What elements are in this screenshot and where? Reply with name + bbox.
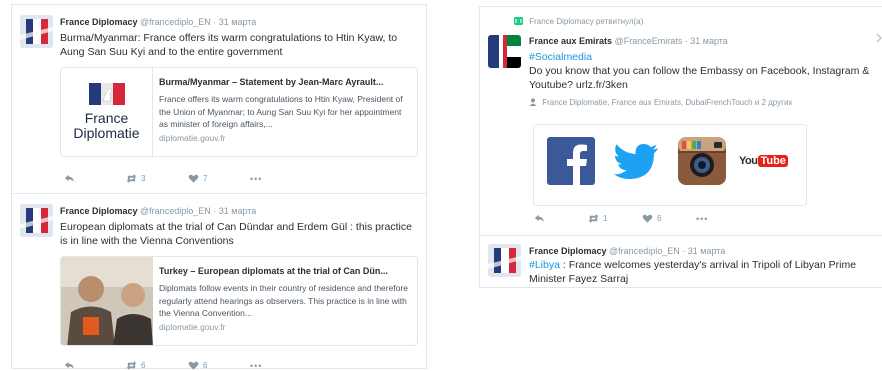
like-button[interactable]: 6 (188, 360, 250, 371)
author-handle[interactable]: @francediplo_EN (609, 246, 680, 256)
author-name[interactable]: France aux Emirats (529, 36, 612, 46)
retweet-count: 6 (141, 361, 146, 370)
card-thumbnail (61, 257, 153, 345)
like-count: 6 (203, 361, 208, 370)
instagram-icon (678, 137, 726, 185)
reply-button[interactable] (64, 173, 126, 184)
marianne-logo-icon (88, 83, 125, 105)
more-dots-icon: ••• (250, 360, 263, 371)
reply-icon (534, 214, 545, 223)
youtube-icon: You Tube (739, 147, 791, 175)
tweet-date[interactable]: 31 марта (690, 36, 728, 46)
retweet-button[interactable]: 3 (126, 173, 188, 184)
tweet-actions: 6 6 ••• (64, 360, 312, 371)
france-uae-flag-avatar-icon (488, 35, 521, 68)
tweet-header: France Diplomacy @francediplo_EN · 31 ма… (60, 17, 257, 27)
heart-icon (642, 214, 653, 223)
logo-text-france: France (84, 110, 129, 126)
hashtag-link[interactable]: #Libya (529, 259, 560, 271)
tweet-header: France aux Emirats @FranceEmirats · 31 м… (529, 36, 728, 46)
facebook-icon (547, 137, 595, 185)
tagged-users-text: France Diplomatie, France aux Emirats, D… (542, 98, 793, 107)
france-flag-avatar-icon (20, 204, 53, 237)
youtube-logo-you: You (739, 155, 758, 167)
reply-icon (64, 174, 75, 183)
retweet-context-text[interactable]: France Diplomacy ретвитнул(а) (529, 17, 643, 26)
tweet-date[interactable]: 31 марта (219, 17, 257, 27)
card-description: France offers its warm congratulations t… (159, 94, 403, 129)
tweet[interactable]: France Diplomacy ретвитнул(а) France aux… (480, 7, 882, 235)
retweet-button[interactable]: 6 (126, 360, 188, 371)
author-name[interactable]: France Diplomacy (529, 246, 607, 256)
more-button[interactable]: ••• (696, 214, 750, 224)
link-card[interactable]: Turkey – European diplomats at the trial… (60, 256, 418, 346)
tweet-actions: 1 6 ••• (534, 213, 750, 224)
author-name[interactable]: France Diplomacy (60, 206, 138, 216)
more-button[interactable]: ••• (250, 174, 312, 184)
card-domain: diplomatie.gouv.fr (159, 322, 226, 332)
avatar[interactable] (488, 35, 521, 68)
tweet-body: Do you know that you can follow the Emba… (529, 65, 870, 91)
youtube-logo-tube: Tube (758, 155, 788, 167)
link-card[interactable]: France Diplomatie Burma/Myanmar – Statem… (60, 67, 418, 157)
person-icon (529, 98, 537, 106)
tweet-date[interactable]: 31 марта (219, 206, 257, 216)
tweet-text: #Libya : France welcomes yesterday's arr… (529, 258, 875, 286)
twitter-icon (614, 144, 658, 179)
timeline-left: France Diplomacy @francediplo_EN · 31 ма… (11, 4, 427, 371)
tweet-header: France Diplomacy @francediplo_EN · 31 ма… (60, 206, 257, 216)
more-dots-icon: ••• (696, 213, 709, 224)
tweet[interactable]: France Diplomacy @francediplo_EN · 31 ма… (12, 193, 426, 371)
retweet-context-icon (514, 17, 523, 25)
tweet[interactable]: France Diplomacy @francediplo_EN · 31 ма… (480, 235, 882, 289)
retweet-icon (126, 361, 137, 370)
card-title: Turkey – European diplomats at the trial… (159, 266, 388, 276)
france-diplomatie-logo: France Diplomatie (61, 68, 152, 156)
tweet-date[interactable]: 31 марта (688, 246, 726, 256)
more-dots-icon: ••• (250, 173, 263, 184)
reply-button[interactable] (64, 360, 126, 371)
card-thumbnail: France Diplomatie (61, 68, 153, 156)
france-flag-avatar-icon (488, 244, 521, 277)
reply-icon (64, 361, 75, 370)
image-card[interactable]: You Tube (533, 124, 807, 206)
tweet-text: Burma/Myanmar: France offers its warm co… (60, 32, 398, 58)
avatar[interactable] (20, 15, 53, 48)
like-count: 6 (657, 214, 662, 223)
like-count: 7 (203, 174, 208, 183)
tweet-text: #Socialmedia Do you know that you can fo… (529, 50, 875, 92)
retweet-icon (588, 214, 599, 223)
like-button[interactable]: 6 (642, 213, 696, 224)
tweet-actions: 3 7 ••• (64, 173, 312, 184)
more-button[interactable]: ••• (250, 361, 312, 371)
like-button[interactable]: 7 (188, 173, 250, 184)
author-handle[interactable]: @francediplo_EN (140, 206, 211, 216)
tagged-users[interactable]: France Diplomatie, France aux Emirats, D… (529, 98, 793, 107)
logo-text-diplomatie: Diplomatie (73, 125, 140, 141)
france-flag-avatar-icon (20, 15, 53, 48)
reply-button[interactable] (534, 213, 588, 224)
tweet-text: European diplomats at the trial of Can D… (60, 221, 412, 247)
retweet-icon (126, 174, 137, 183)
author-name[interactable]: France Diplomacy (60, 17, 138, 27)
retweet-count: 1 (603, 214, 608, 223)
tweet[interactable]: France Diplomacy @francediplo_EN · 31 ма… (12, 5, 426, 193)
tweet-header: France Diplomacy @francediplo_EN · 31 ма… (529, 246, 726, 256)
timeline-right: France Diplomacy ретвитнул(а) France aux… (479, 6, 882, 288)
avatar[interactable] (20, 204, 53, 237)
card-title: Burma/Myanmar – Statement by Jean-Marc A… (159, 77, 384, 87)
heart-icon (188, 174, 199, 183)
hashtag-link[interactable]: #Socialmedia (529, 50, 875, 64)
author-handle[interactable]: @FranceEmirats (615, 36, 683, 46)
tweet-body: : France welcomes yesterday's arrival in… (529, 259, 857, 285)
retweet-count: 3 (141, 174, 146, 183)
card-domain: diplomatie.gouv.fr (159, 133, 226, 143)
avatar[interactable] (488, 244, 521, 277)
author-handle[interactable]: @francediplo_EN (140, 17, 211, 27)
card-description: Diplomats follow events in their country… (159, 283, 408, 318)
heart-icon (188, 361, 199, 370)
retweet-context: France Diplomacy ретвитнул(а) (514, 17, 643, 26)
photo-diplomats-icon (61, 257, 153, 345)
retweet-button[interactable]: 1 (588, 213, 642, 224)
